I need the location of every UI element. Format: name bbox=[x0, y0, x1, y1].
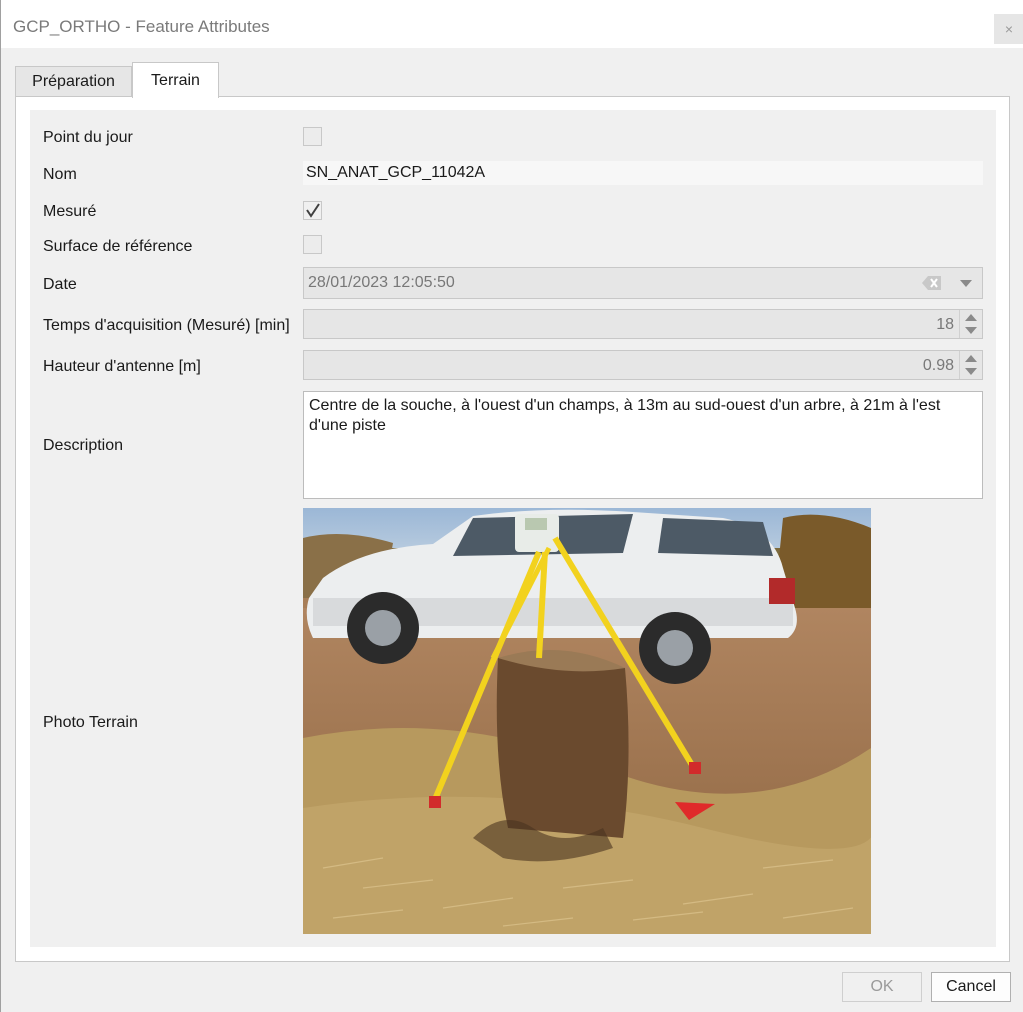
label-mesure: Mesuré bbox=[43, 203, 97, 220]
tab-terrain[interactable]: Terrain bbox=[132, 62, 219, 98]
hauteur-antenne-value: 0.98 bbox=[922, 357, 954, 374]
temps-acquisition-value: 18 bbox=[936, 316, 954, 333]
field-photo bbox=[303, 508, 871, 934]
tab-panel: Point du jour Nom SN_ANAT_GCP_11042A Mes… bbox=[15, 96, 1010, 962]
description-textarea[interactable]: Centre de la souche, à l'ouest d'un cham… bbox=[303, 391, 983, 499]
checkbox-mesure[interactable] bbox=[303, 201, 322, 220]
form-area: Point du jour Nom SN_ANAT_GCP_11042A Mes… bbox=[30, 110, 996, 947]
label-hauteur-antenne: Hauteur d'antenne [m] bbox=[43, 358, 201, 375]
label-surface-reference: Surface de référence bbox=[43, 238, 193, 255]
date-value: 28/01/2023 12:05:50 bbox=[308, 274, 455, 291]
arrow-up-icon[interactable] bbox=[965, 355, 977, 362]
label-photo-terrain: Photo Terrain bbox=[43, 714, 138, 731]
arrow-up-icon[interactable] bbox=[965, 314, 977, 321]
photo-terrain-image[interactable] bbox=[303, 508, 871, 934]
tab-preparation[interactable]: Préparation bbox=[15, 66, 132, 96]
close-button[interactable]: × bbox=[994, 14, 1023, 44]
arrow-down-icon[interactable] bbox=[965, 368, 977, 375]
close-icon: × bbox=[1004, 21, 1014, 37]
arrow-down-icon[interactable] bbox=[965, 327, 977, 334]
nom-field[interactable]: SN_ANAT_GCP_11042A bbox=[303, 161, 983, 185]
label-point-du-jour: Point du jour bbox=[43, 129, 133, 146]
label-description: Description bbox=[43, 437, 124, 454]
hauteur-antenne-stepper[interactable] bbox=[959, 351, 982, 379]
label-temps-acquisition: Temps d'acquisition (Mesuré) [min] bbox=[43, 317, 290, 334]
ok-button[interactable]: OK bbox=[842, 972, 922, 1002]
checkbox-point-du-jour[interactable] bbox=[303, 127, 322, 146]
label-date: Date bbox=[43, 276, 77, 293]
cancel-button[interactable]: Cancel bbox=[931, 972, 1011, 1002]
chevron-down-icon[interactable] bbox=[960, 280, 972, 287]
checkmark-icon bbox=[306, 203, 320, 218]
temps-acquisition-spinbox[interactable]: 18 bbox=[303, 309, 983, 339]
hauteur-antenne-spinbox[interactable]: 0.98 bbox=[303, 350, 983, 380]
title-bar: GCP_ORTHO - Feature Attributes × bbox=[1, 0, 1023, 48]
temps-acquisition-stepper[interactable] bbox=[959, 310, 982, 338]
window-title: GCP_ORTHO - Feature Attributes bbox=[13, 17, 270, 36]
label-nom: Nom bbox=[43, 166, 77, 183]
nom-value: SN_ANAT_GCP_11042A bbox=[306, 164, 486, 181]
checkbox-surface-reference[interactable] bbox=[303, 235, 322, 254]
clear-icon[interactable] bbox=[922, 276, 942, 290]
date-field[interactable]: 28/01/2023 12:05:50 bbox=[303, 267, 983, 299]
feature-attributes-dialog: GCP_ORTHO - Feature Attributes × Prépara… bbox=[0, 0, 1023, 1012]
